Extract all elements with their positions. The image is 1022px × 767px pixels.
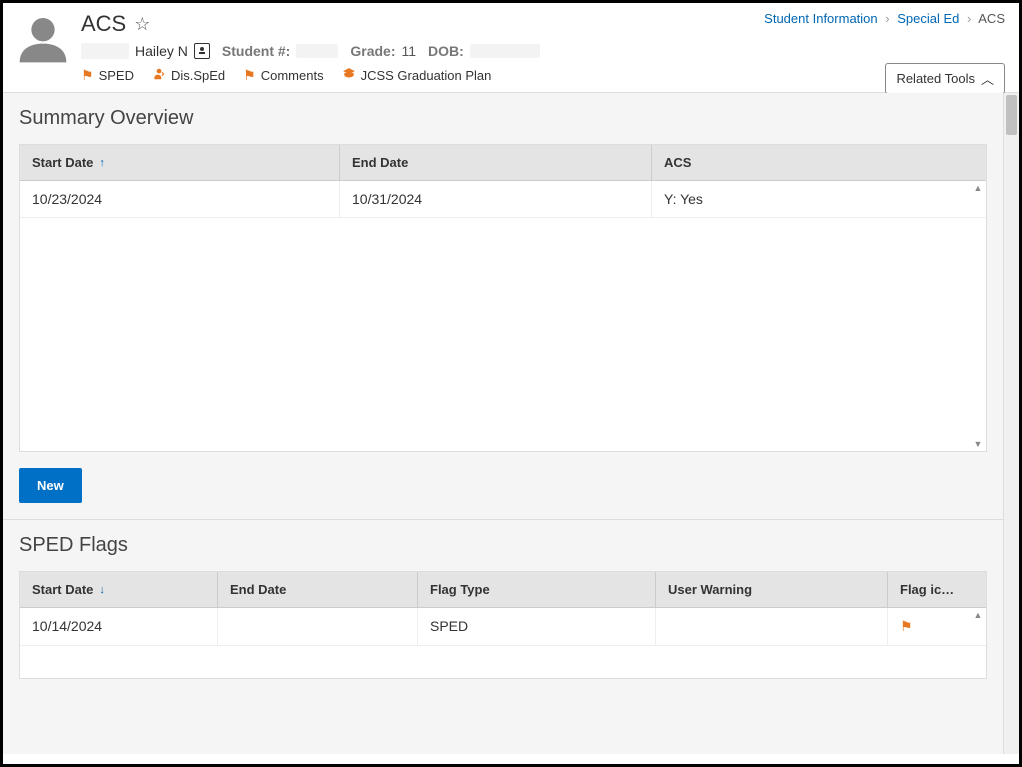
- col-end-date[interactable]: End Date: [218, 572, 418, 607]
- sort-ascending-icon: ↑: [99, 157, 105, 169]
- sped-table-header: Start Date ↓ End Date Flag Type User War…: [20, 572, 986, 608]
- sped-flags-header: SPED Flags: [3, 520, 1003, 571]
- student-info-row: Hailey N Student #: Grade: 11 DOB:: [81, 43, 1007, 59]
- flag-grad-plan-label: JCSS Graduation Plan: [361, 68, 492, 83]
- flag-grad-plan[interactable]: JCSS Graduation Plan: [342, 67, 492, 84]
- breadcrumb-special-ed[interactable]: Special Ed: [897, 11, 959, 26]
- student-number-label: Student #:: [222, 43, 290, 59]
- grade-label: Grade:: [350, 43, 395, 59]
- flag-sped-label: SPED: [99, 68, 134, 83]
- new-button[interactable]: New: [19, 468, 82, 503]
- col-user-warning[interactable]: User Warning: [656, 572, 888, 607]
- flag-comments-label: Comments: [261, 68, 324, 83]
- table-row[interactable]: 10/14/2024 SPED ⚑: [20, 608, 986, 646]
- dob-redacted: [470, 44, 540, 58]
- id-card-icon[interactable]: [194, 43, 210, 59]
- sped-table-body: 10/14/2024 SPED ⚑ ▲: [20, 608, 986, 678]
- scroll-up-icon[interactable]: ▲: [972, 610, 984, 620]
- chevron-up-icon: ︿: [981, 69, 994, 88]
- cell-start-date: 10/23/2024: [20, 181, 340, 217]
- sped-flags-table: Start Date ↓ End Date Flag Type User War…: [19, 571, 987, 679]
- summary-button-bar: New: [3, 452, 1003, 519]
- flag-icon: ⚑: [243, 67, 256, 84]
- col-flag-type[interactable]: Flag Type: [418, 572, 656, 607]
- flag-comments[interactable]: ⚑ Comments: [243, 67, 323, 84]
- col-user-warning-label: User Warning: [668, 582, 752, 597]
- chevron-right-icon: ›: [967, 11, 971, 26]
- related-tools-button[interactable]: Related Tools ︿: [885, 63, 1005, 94]
- sort-descending-icon: ↓: [99, 584, 105, 596]
- scroll-up-icon[interactable]: ▲: [972, 183, 984, 193]
- cell-acs: Y: Yes: [652, 181, 986, 217]
- breadcrumb-current: ACS: [978, 11, 1005, 26]
- main-scrollbar[interactable]: [1003, 93, 1019, 754]
- cell-end-date: 10/31/2024: [340, 181, 652, 217]
- flag-dis-sped[interactable]: Dis.SpEd: [152, 67, 225, 84]
- col-flag-icon[interactable]: Flag ic…: [888, 572, 986, 607]
- col-start-date-label: Start Date: [32, 582, 93, 597]
- col-acs-label: ACS: [664, 155, 691, 170]
- flag-sped[interactable]: ⚑ SPED: [81, 67, 134, 84]
- flags-row: ⚑ SPED Dis.SpEd ⚑ Comments JCSS Graduati…: [81, 67, 1007, 92]
- col-end-date[interactable]: End Date: [340, 145, 652, 180]
- student-name: Hailey N: [135, 43, 188, 59]
- summary-table-header: Start Date ↑ End Date ACS: [20, 145, 986, 181]
- content-area: Summary Overview Start Date ↑ End Date A…: [3, 93, 1019, 754]
- col-start-date[interactable]: Start Date ↓: [20, 572, 218, 607]
- page-header: ACS ☆ Hailey N Student #: Grade: 11 DOB:…: [3, 3, 1019, 92]
- person-icon: [152, 67, 166, 84]
- breadcrumb: Student Information › Special Ed › ACS: [764, 11, 1005, 26]
- col-end-date-label: End Date: [352, 155, 408, 170]
- col-acs[interactable]: ACS: [652, 145, 986, 180]
- cell-flag-type: SPED: [418, 608, 656, 645]
- student-number-redacted: [296, 44, 338, 58]
- summary-table-body: 10/23/2024 10/31/2024 Y: Yes ▲ ▼: [20, 181, 986, 451]
- cell-user-warning: [656, 608, 888, 645]
- dob-label: DOB:: [428, 43, 464, 59]
- breadcrumb-student-info[interactable]: Student Information: [764, 11, 877, 26]
- col-flag-icon-label: Flag ic…: [900, 582, 954, 597]
- grade-value: 11: [401, 43, 416, 59]
- page-title: ACS: [81, 11, 126, 37]
- avatar: [15, 11, 71, 67]
- graduation-icon: [342, 67, 356, 84]
- favorite-star-icon[interactable]: ☆: [134, 14, 150, 35]
- col-start-date-label: Start Date: [32, 155, 93, 170]
- summary-overview-header: Summary Overview: [3, 93, 1003, 144]
- col-end-date-label: End Date: [230, 582, 286, 597]
- table-row[interactable]: 10/23/2024 10/31/2024 Y: Yes: [20, 181, 986, 218]
- cell-end-date: [218, 608, 418, 645]
- scrollbar-thumb[interactable]: [1006, 95, 1017, 135]
- related-tools-label: Related Tools: [896, 71, 975, 86]
- scroll-down-icon[interactable]: ▼: [972, 439, 984, 449]
- chevron-right-icon: ›: [885, 11, 889, 26]
- flag-dis-sped-label: Dis.SpEd: [171, 68, 225, 83]
- flag-icon: ⚑: [900, 618, 913, 634]
- flag-icon: ⚑: [81, 67, 94, 84]
- student-firstname-redacted: [81, 43, 129, 59]
- summary-table: Start Date ↑ End Date ACS 10/23/2024 10/…: [19, 144, 987, 452]
- col-flag-type-label: Flag Type: [430, 582, 490, 597]
- col-start-date[interactable]: Start Date ↑: [20, 145, 340, 180]
- cell-start-date: 10/14/2024: [20, 608, 218, 645]
